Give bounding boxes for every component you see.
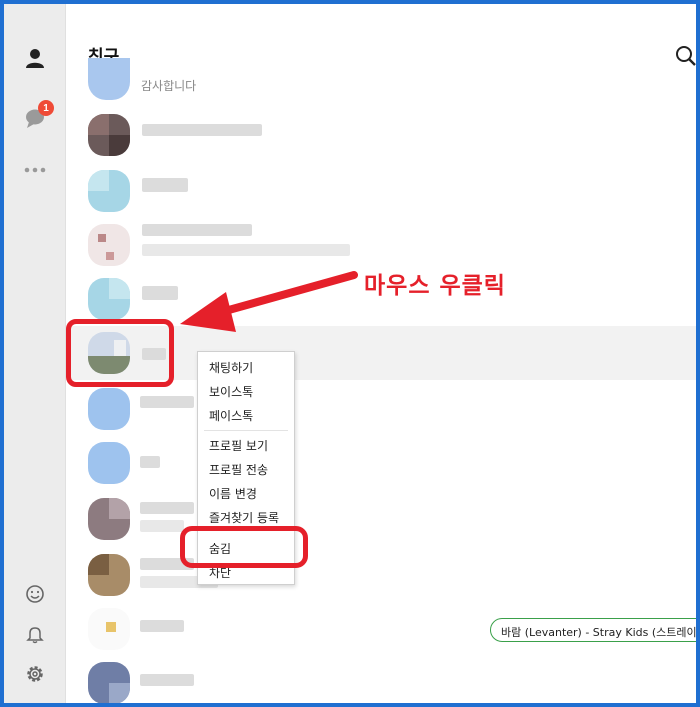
arrow-icon xyxy=(180,271,358,332)
app-window: 1 친구 감사합니다 바람 (Levanter) - Stray Kids (스… xyxy=(0,0,700,707)
callout-label: 마우스 우클릭 xyxy=(364,273,506,299)
